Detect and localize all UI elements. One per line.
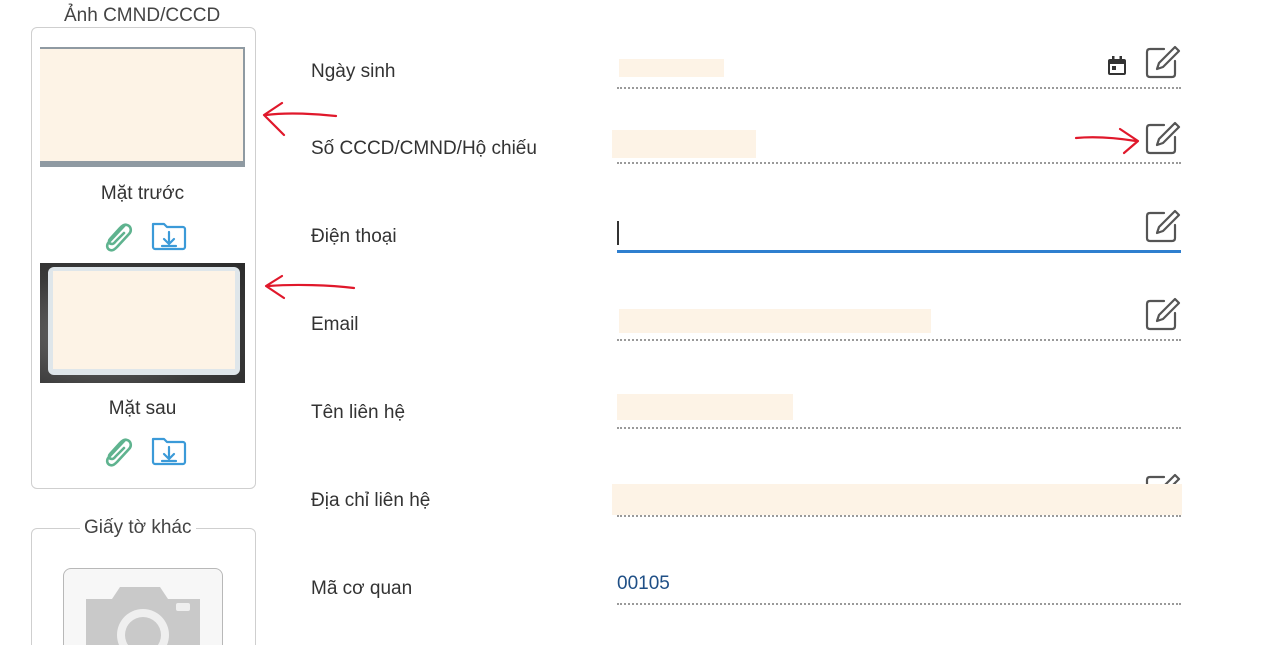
agency-code-label: Mã cơ quan <box>311 578 413 599</box>
upload-photo-button[interactable] <box>63 568 223 645</box>
id-front-photo[interactable] <box>40 47 245 167</box>
folder-download-icon[interactable] <box>150 218 188 254</box>
id-front-redaction <box>40 49 243 161</box>
contact-name-label: Tên liên hệ <box>311 402 406 423</box>
address-field[interactable] <box>612 484 1182 517</box>
annotation-arrow-front <box>262 101 338 137</box>
id-back-photo[interactable] <box>40 263 245 383</box>
dob-label: Ngày sinh <box>311 61 396 82</box>
id-number-redaction <box>612 130 756 158</box>
folder-download-icon[interactable] <box>150 433 188 469</box>
phone-input[interactable] <box>617 218 1181 253</box>
edit-email-button[interactable] <box>1144 296 1182 332</box>
address-redaction <box>612 484 1182 515</box>
dob-field[interactable] <box>617 57 1181 89</box>
pencil-edit-icon <box>1145 209 1181 243</box>
id-number-field[interactable] <box>612 130 1181 164</box>
id-number-label: Số CCCD/CMND/Hộ chiếu <box>311 138 537 159</box>
pencil-edit-icon <box>1145 297 1181 331</box>
agency-code-value: 00105 <box>617 573 670 594</box>
phone-label: Điện thoại <box>311 226 397 247</box>
other-documents-title: Giấy tờ khác <box>80 517 196 539</box>
contact-name-field[interactable] <box>617 393 1181 429</box>
id-front-actions <box>98 218 190 254</box>
profile-form-page: Ảnh CMND/CCCD Mặt trước Mặt sau Giấy tờ … <box>0 0 1263 645</box>
dob-redaction <box>619 59 724 77</box>
pencil-edit-icon <box>1145 45 1181 79</box>
calendar-icon[interactable] <box>1106 55 1128 77</box>
agency-code-field[interactable]: 00105 <box>617 570 1181 605</box>
id-front-caption: Mặt trước <box>100 183 185 204</box>
id-back-actions <box>98 433 190 469</box>
email-label: Email <box>311 314 359 335</box>
annotation-arrow-back <box>264 274 356 300</box>
id-card-panel-title: Ảnh CMND/CCCD <box>60 5 225 27</box>
paperclip-icon[interactable] <box>98 218 136 254</box>
id-back-caption: Mặt sau <box>108 398 177 419</box>
edit-phone-button[interactable] <box>1144 208 1182 244</box>
id-back-redaction <box>53 271 235 369</box>
email-redaction <box>619 309 931 333</box>
paperclip-icon[interactable] <box>98 433 136 469</box>
camera-icon <box>86 587 200 645</box>
address-label: Địa chỉ liên hệ <box>311 490 431 511</box>
email-field[interactable] <box>617 308 1181 341</box>
pencil-edit-icon <box>1145 121 1181 155</box>
contact-name-redaction <box>617 394 793 420</box>
edit-id-number-button[interactable] <box>1144 120 1182 156</box>
edit-dob-button[interactable] <box>1144 44 1182 80</box>
text-cursor <box>617 221 619 245</box>
